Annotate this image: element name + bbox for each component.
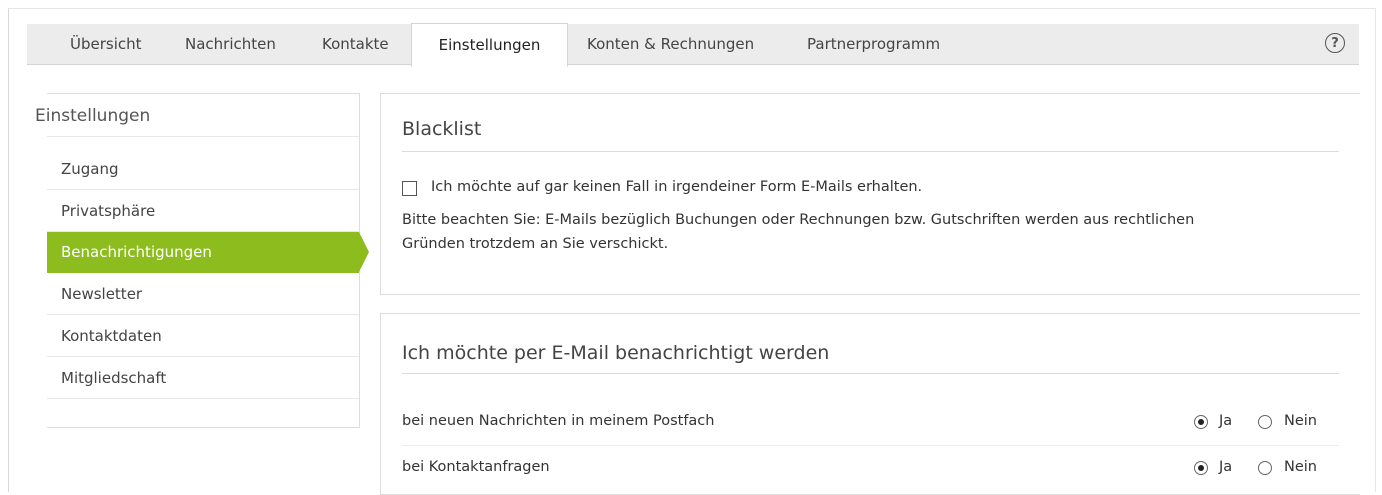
help-icon[interactable]: ? (1325, 33, 1345, 53)
blacklist-checkbox[interactable] (402, 181, 417, 196)
sidebar-item-kontaktdaten[interactable]: Kontaktdaten (47, 316, 359, 357)
sidebar-item-privatsphaere[interactable]: Privatsphäre (47, 191, 359, 232)
radio-ja-kontaktanfragen[interactable] (1194, 461, 1208, 475)
notifications-title: Ich möchte per E-Mail benachrichtigt wer… (402, 342, 830, 364)
row-divider (402, 445, 1339, 446)
radio-nein-kontaktanfragen[interactable] (1258, 461, 1272, 475)
notifications-title-divider (402, 373, 1339, 374)
main-tab-bar: Übersicht Nachrichten Kontakte Einstellu… (27, 23, 1359, 67)
radio-ja-nachrichten[interactable] (1194, 415, 1208, 429)
blacklist-checkbox-label[interactable]: Ich möchte auf gar keinen Fall in irgend… (431, 179, 922, 195)
sidebar-item-benachrichtigungen[interactable]: Benachrichtigungen (47, 232, 369, 273)
settings-sidebar: Einstellungen Zugang Privatsphäre Benach… (35, 93, 369, 428)
radio-ja-label[interactable]: Ja (1219, 413, 1232, 429)
notifications-panel: Ich möchte per E-Mail benachrichtigt wer… (380, 313, 1360, 495)
notification-row-label: bei Kontaktanfragen (402, 459, 550, 475)
radio-nein-label[interactable]: Nein (1284, 459, 1317, 475)
tab-kontakte[interactable]: Kontakte (322, 24, 389, 64)
notification-row-label: bei neuen Nachrichten in meinem Postfach (402, 413, 715, 429)
blacklist-note-line2: Gründen trotzdem an Sie verschickt. (402, 236, 669, 252)
blacklist-title-divider (402, 151, 1339, 152)
sidebar-divider (47, 136, 359, 137)
blacklist-panel: Blacklist Ich möchte auf gar keinen Fall… (380, 93, 1360, 295)
tab-einstellungen[interactable]: Einstellungen (411, 23, 568, 67)
tab-partnerprogramm[interactable]: Partnerprogramm (807, 24, 940, 64)
radio-nein-label[interactable]: Nein (1284, 413, 1317, 429)
tab-konten-rechnungen[interactable]: Konten & Rechnungen (587, 24, 754, 64)
sidebar-item-newsletter[interactable]: Newsletter (47, 274, 359, 315)
blacklist-note-line1: Bitte beachten Sie: E-Mails bezüglich Bu… (402, 212, 1195, 228)
tab-nachrichten[interactable]: Nachrichten (185, 24, 276, 64)
sidebar-title: Einstellungen (35, 106, 151, 126)
radio-ja-label[interactable]: Ja (1219, 459, 1232, 475)
radio-nein-nachrichten[interactable] (1258, 415, 1272, 429)
tab-uebersicht[interactable]: Übersicht (70, 24, 142, 64)
sidebar-item-mitgliedschaft[interactable]: Mitgliedschaft (47, 358, 359, 399)
blacklist-title: Blacklist (402, 118, 482, 140)
sidebar-item-zugang[interactable]: Zugang (47, 149, 359, 190)
